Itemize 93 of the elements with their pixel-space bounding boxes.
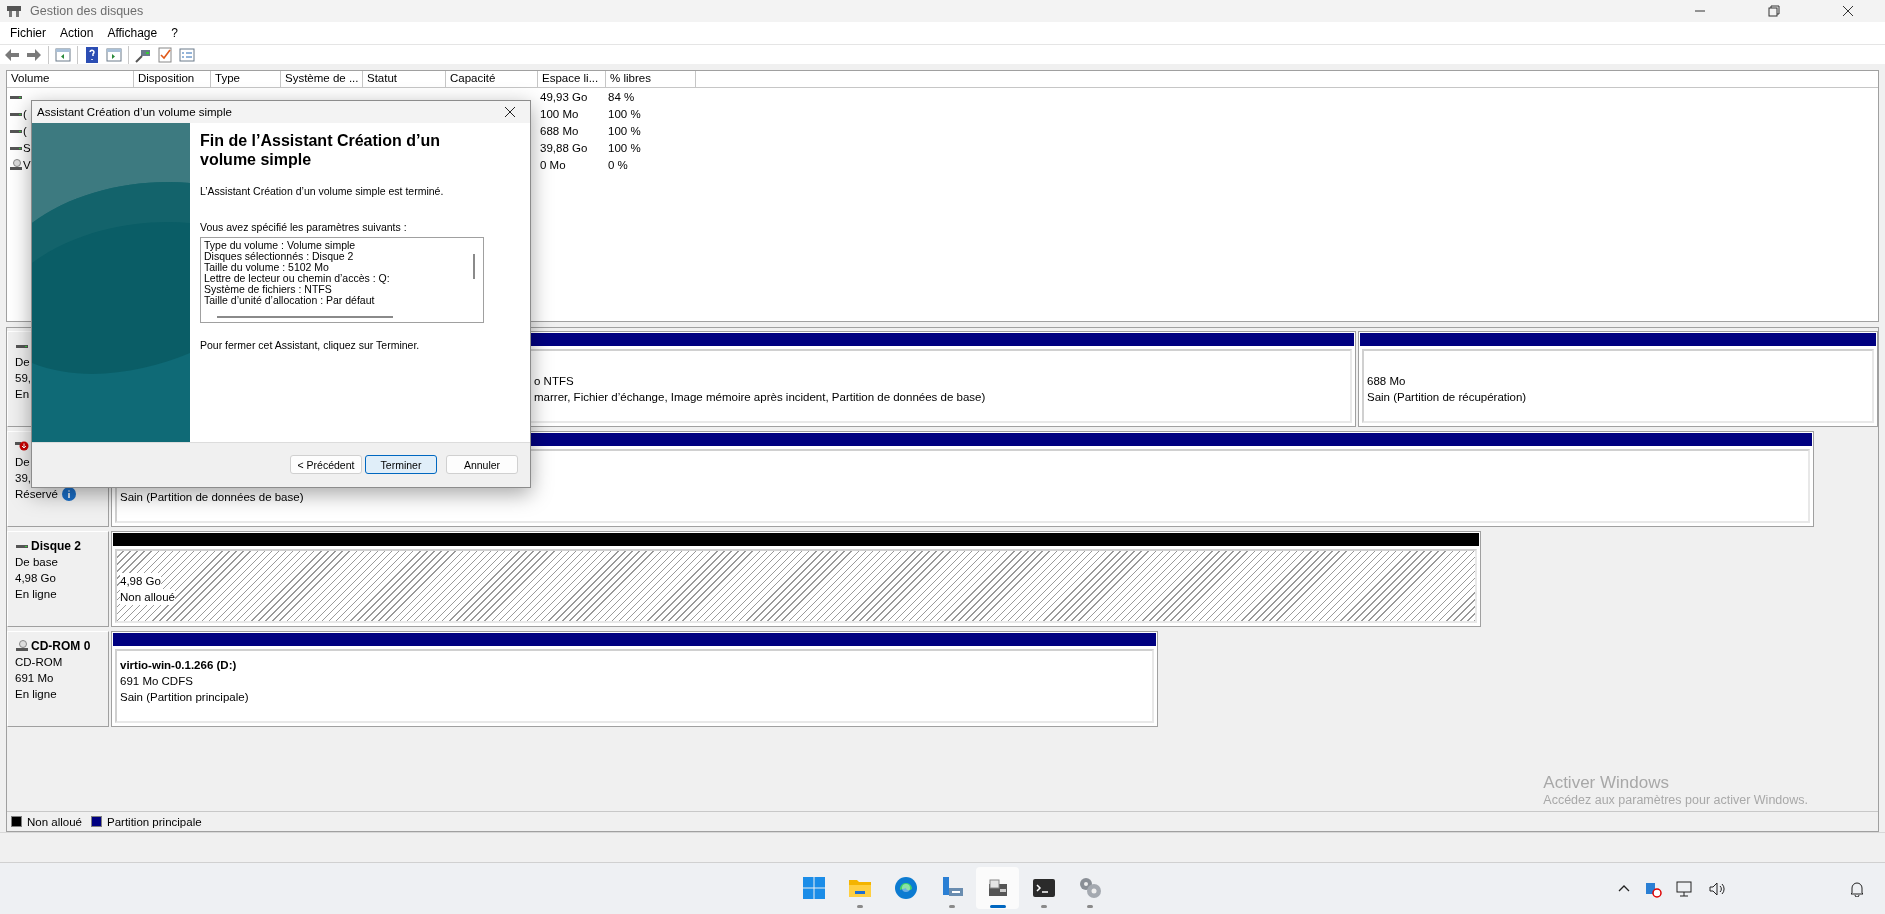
column-header[interactable]: Système de ... — [281, 71, 363, 88]
disk-label[interactable]: CD-ROM 0 CD-ROM 691 Mo En ligne — [7, 631, 109, 727]
menu-item[interactable]: Fichier — [4, 24, 52, 42]
taskbar-button[interactable] — [976, 867, 1019, 909]
partition-title: virtio-win-0.1.266 (D:) — [120, 658, 238, 673]
notification-bell-icon[interactable] — [1849, 881, 1865, 897]
disk-info: CD-ROM — [15, 655, 64, 670]
table-cell: 100 % — [608, 141, 641, 154]
window-title: Gestion des disques — [30, 4, 145, 18]
disk-management-icon — [6, 3, 22, 19]
disk-info: 4,98 Go — [15, 571, 57, 586]
table-cell: 100 Mo — [540, 107, 579, 120]
activation-text: Accédez aux paramètres pour activer Windows. — [1543, 793, 1808, 807]
disk-name: CD-ROM 0 — [31, 638, 91, 654]
table-cell: 39,88 Go — [540, 141, 588, 154]
partition-info: o NTFS — [533, 374, 575, 389]
column-header[interactable]: Capacité — [446, 71, 538, 88]
help-icon[interactable] — [84, 46, 100, 63]
disk-info: En ligne — [15, 687, 58, 702]
summary-label: Vous avez spécifié les paramètres suivants : — [200, 220, 408, 233]
panel-icon[interactable] — [106, 46, 122, 63]
dialog-text: L’Assistant Création d’un volume simple est terminé. — [200, 184, 445, 197]
disk-info: 691 Mo — [15, 671, 55, 686]
disk-info: En — [15, 387, 31, 402]
disk-info: De — [15, 355, 31, 370]
forward-arrow-icon[interactable] — [26, 46, 42, 63]
cd-drive-icon — [9, 158, 23, 171]
dialog-button[interactable]: < Précédent — [290, 455, 362, 475]
summary-line: Taille du volume : 5102 Mo — [204, 261, 329, 273]
summary-line: Taille d’unité d’allocation : Par défaut — [204, 294, 376, 306]
column-header[interactable]: Disposition — [134, 71, 211, 88]
cd-drive-icon — [15, 640, 29, 652]
table-cell: 100 % — [608, 124, 641, 137]
table-cell: 688 Mo — [540, 124, 579, 137]
menu-item[interactable]: Affichage — [101, 24, 164, 42]
partition-info: marrer, Fichier d’échange, Image mémoire après incident, Partition de données de base) — [533, 390, 987, 405]
partition-info: 688 Mo — [1367, 374, 1407, 389]
table-cell: ( — [23, 107, 27, 120]
column-header[interactable]: Volume — [7, 71, 134, 88]
disk-alert-icon — [15, 440, 29, 452]
disk-name: Disque 2 — [31, 538, 81, 554]
browser-icon — [893, 876, 918, 900]
speaker-icon[interactable] — [1708, 880, 1726, 898]
dialog-button[interactable]: Annuler — [446, 455, 518, 475]
partition-info: Non alloué — [120, 591, 175, 603]
summary-line: Type du volume : Volume simple — [204, 239, 357, 251]
partition-info: Sain (Partition principale) — [120, 690, 250, 705]
column-header[interactable]: Espace li... — [538, 71, 606, 88]
partition-info: Sain (Partition de données de base) — [120, 490, 305, 505]
start-icon — [801, 876, 826, 900]
gears-icon — [1077, 876, 1102, 900]
checklist-icon[interactable] — [157, 46, 173, 63]
disk-info: De — [15, 455, 31, 470]
dialog-text: Pour fermer cet Assistant, cliquez sur Terminer. — [200, 338, 421, 351]
partition-block[interactable]: 4,98 Go Non alloué — [111, 531, 1481, 627]
column-header[interactable]: Type — [211, 71, 281, 88]
summary-line: Disques sélectionnés : Disque 2 — [204, 250, 354, 262]
partition-block[interactable]: 688 Mo Sain (Partition de récupération) — [1358, 331, 1878, 427]
partition-info: 691 Mo CDFS — [120, 674, 194, 689]
network-alert-icon[interactable] — [1644, 880, 1662, 898]
table-cell: 100 % — [608, 107, 641, 120]
dialog-button[interactable]: Terminer — [365, 455, 437, 475]
disk-info: En ligne — [15, 587, 58, 602]
partition-info: Sain (Partition de récupération) — [1367, 390, 1528, 405]
disk-info: 39, — [15, 471, 32, 486]
legend-label: Partition principale — [107, 815, 202, 828]
dialog-heading: Fin de l’Assistant Création d’un volume simple — [200, 130, 442, 169]
panel-icon[interactable] — [55, 46, 71, 63]
activation-title: Activer Windows — [1543, 773, 1670, 793]
table-cell: S — [23, 141, 31, 154]
partition-info: 4,98 Go — [120, 575, 161, 587]
disk-label[interactable]: Disque 2 De base 4,98 Go En ligne — [7, 531, 109, 627]
table-cell: 49,93 Go — [540, 90, 588, 103]
table-cell: 0 Mo — [540, 158, 566, 171]
menu-item[interactable]: Action — [54, 24, 100, 42]
terminal-icon — [1031, 876, 1056, 900]
partition-block[interactable]: virtio-win-0.1.266 (D:) 691 Mo CDFS Sain (Partition principale) — [111, 631, 1158, 727]
disk-info: De base — [15, 555, 59, 570]
monitor-icon[interactable] — [1676, 880, 1694, 898]
summary-line: Lettre de lecteur ou chemin d’accès : Q: — [204, 272, 391, 284]
disk-info: Réservé — [15, 487, 58, 502]
table-cell: ( — [23, 124, 27, 137]
menu-item[interactable]: ? — [165, 24, 184, 42]
column-header[interactable]: Statut — [363, 71, 446, 88]
column-header[interactable]: % libres — [606, 71, 696, 88]
summary-list[interactable]: Type du volume : Volume simple Disques sélectionnés : Disque 2 Taille du volume : 5102 Mo Lettre de lecteur ou chemin d’accès : Q: Système de fichiers : NTFS Taille d’unité d’allocation : Par défaut — [200, 236, 484, 323]
summary-line: Système de fichiers : NTFS — [204, 283, 333, 295]
dialog-title: Assistant Création d’un volume simple — [37, 105, 232, 118]
disk-info: 59, — [15, 371, 32, 386]
table-cell: V — [23, 158, 31, 171]
table-cell: 84 % — [608, 90, 635, 103]
table-cell: 0 % — [608, 158, 628, 171]
legend-label: Non alloué — [27, 815, 82, 828]
